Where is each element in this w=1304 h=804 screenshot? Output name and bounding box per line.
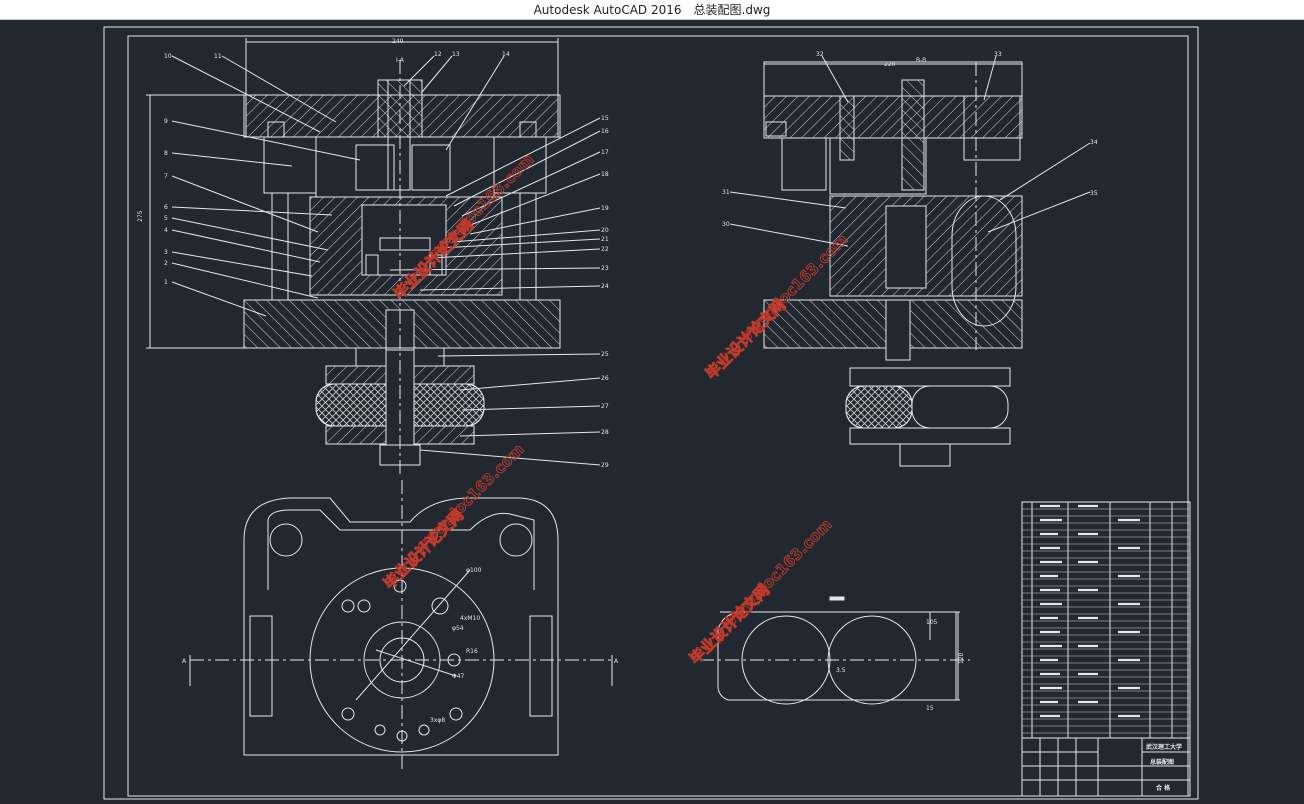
part-number: 5 bbox=[164, 215, 168, 222]
part-number: 30 bbox=[722, 221, 730, 228]
part-number: 18 bbox=[601, 171, 609, 178]
cad-drawing: 240 220 275 I-A B-B 10 11 9 8 7 6 5 4 3 … bbox=[103, 26, 1199, 800]
watermark-url: www.doc163.com bbox=[410, 440, 527, 557]
title-block-school: 武汉理工大学 bbox=[1146, 743, 1182, 751]
part-number: 19 bbox=[601, 205, 609, 212]
dim-width-left: 240 bbox=[392, 38, 404, 45]
part-number: 23 bbox=[601, 265, 609, 272]
app-title: Autodesk AutoCAD 2016 bbox=[533, 2, 682, 17]
plan-dim: 3xφ8 bbox=[430, 717, 445, 724]
dim-width-right: 220 bbox=[884, 61, 896, 68]
part-number: 27 bbox=[601, 403, 609, 410]
part-number: 16 bbox=[601, 128, 609, 135]
part-number: 28 bbox=[601, 429, 609, 436]
part-number: 15 bbox=[601, 115, 609, 122]
part-number: 14 bbox=[502, 51, 510, 58]
strip-dim: 105 bbox=[926, 619, 938, 626]
part-number: 3 bbox=[164, 249, 168, 256]
part-number: 24 bbox=[601, 283, 609, 290]
plan-dim: R16 bbox=[466, 648, 478, 655]
part-number: 17 bbox=[601, 149, 609, 156]
part-number: 4 bbox=[164, 227, 168, 234]
part-number: 22 bbox=[601, 246, 609, 253]
plan-dim: φ54 bbox=[452, 625, 464, 632]
part-number: 29 bbox=[601, 462, 609, 469]
section-left-label: I-A bbox=[396, 57, 405, 64]
part-number: 32 bbox=[816, 51, 824, 58]
part-number: 9 bbox=[164, 118, 168, 125]
section-mark-a: A bbox=[182, 658, 187, 665]
section-right-label: B-B bbox=[916, 57, 926, 64]
side-section-view[interactable] bbox=[729, 55, 1091, 467]
part-number: 12 bbox=[434, 51, 442, 58]
title-block-drawing-name: 总装配图 bbox=[1150, 758, 1174, 766]
inner-frame bbox=[127, 35, 1189, 797]
watermark-url: www.doc163.com bbox=[718, 515, 835, 632]
part-number: 6 bbox=[164, 204, 168, 211]
part-number: 20 bbox=[601, 227, 609, 234]
part-number: 26 bbox=[601, 375, 609, 382]
plan-dim: Φ47 bbox=[452, 673, 465, 680]
part-number: 21 bbox=[601, 236, 609, 243]
part-number: 1 bbox=[164, 279, 168, 286]
section-mark-a: A bbox=[614, 658, 619, 665]
outer-frame bbox=[103, 26, 1199, 800]
parts-list-table[interactable] bbox=[1021, 501, 1191, 739]
file-name: 总装配图.dwg bbox=[693, 3, 771, 17]
part-number: 2 bbox=[164, 260, 168, 267]
part-number: 11 bbox=[214, 53, 222, 60]
plan-view[interactable] bbox=[189, 480, 613, 770]
part-number: 8 bbox=[164, 150, 168, 157]
strip-dim: 3.5 bbox=[836, 667, 846, 674]
drawing-canvas[interactable]: 240 220 275 I-A B-B 10 11 9 8 7 6 5 4 3 … bbox=[0, 20, 1304, 800]
part-number: 33 bbox=[994, 51, 1002, 58]
plan-dim: 4xM10 bbox=[460, 615, 480, 622]
part-number: 34 bbox=[1090, 139, 1098, 146]
strip-dim: 15 bbox=[926, 705, 934, 712]
strip-dim: 120 bbox=[958, 652, 965, 664]
part-number: 31 bbox=[722, 189, 730, 196]
title-block-assembly: 合 格 bbox=[1156, 784, 1171, 792]
part-number: 10 bbox=[164, 53, 172, 60]
part-number: 13 bbox=[452, 51, 460, 58]
plan-dim: φ100 bbox=[466, 567, 482, 574]
part-number: 25 bbox=[601, 351, 609, 358]
part-number: 35 bbox=[1090, 190, 1098, 197]
window-title-bar: Autodesk AutoCAD 2016 总装配图.dwg bbox=[0, 0, 1304, 20]
part-number: 7 bbox=[164, 173, 168, 180]
main-section-view[interactable] bbox=[146, 38, 601, 475]
dim-height-left: 275 bbox=[137, 210, 144, 222]
